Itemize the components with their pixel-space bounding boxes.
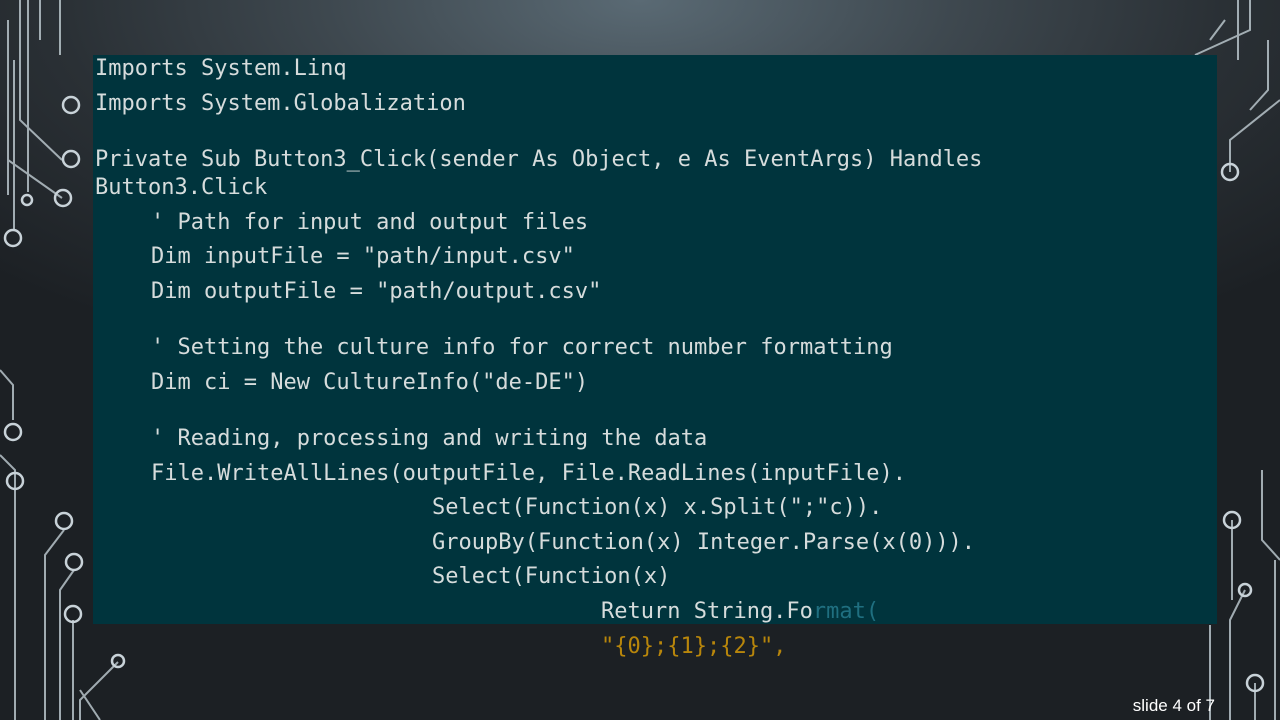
code-line: Button3.Click xyxy=(95,175,268,200)
code-line: Dim inputFile = "path/input.csv" xyxy=(151,244,575,269)
code-line: GroupBy(Function(x) Integer.Parse(x(0)))… xyxy=(432,530,976,555)
slide-counter: slide 4 of 7 xyxy=(1132,696,1215,715)
code-line: File.WriteAllLines(outputFile, File.Read… xyxy=(151,461,906,486)
code-overflow-line: "{0};{1};{2}", xyxy=(601,634,787,659)
code-line: Private Sub Button3_Click(sender As Obje… xyxy=(95,147,983,172)
code-line: Imports System.Linq xyxy=(95,56,347,81)
code-line: Return String.Format( xyxy=(601,599,879,625)
code-line: Select(Function(x) xyxy=(432,564,671,589)
code-line: Dim outputFile = "path/output.csv" xyxy=(151,279,602,304)
code-line: Dim ci = New CultureInfo("de-DE") xyxy=(151,370,589,395)
code-line: Select(Function(x) x.Split(";"c)). xyxy=(432,495,883,520)
code-comment: ' Setting the culture info for correct n… xyxy=(151,335,893,360)
code-comment: ' Reading, processing and writing the da… xyxy=(151,426,708,451)
code-line: Imports System.Globalization xyxy=(95,91,466,116)
code-fragment: Return String.Fo xyxy=(601,599,813,624)
code-fragment-faded: rmat( xyxy=(812,599,880,624)
code-comment: ' Path for input and output files xyxy=(151,210,589,235)
